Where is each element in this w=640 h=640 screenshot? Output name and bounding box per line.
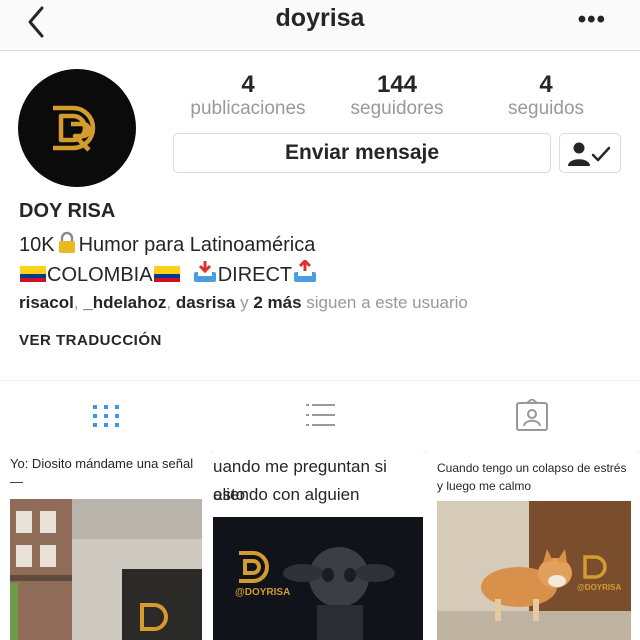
following-status-button[interactable] — [559, 133, 621, 173]
bio-direct: DIRECT — [217, 264, 293, 286]
lock-icon — [58, 231, 75, 253]
doyrisa-logo-icon — [53, 105, 96, 152]
posts-count-stat[interactable]: 4 publicaciones — [183, 72, 313, 120]
posts-label: publicaciones — [190, 98, 306, 119]
dobby-photo — [213, 517, 423, 640]
bio-line-1: 10K Humor para Latinoamérica — [19, 230, 315, 257]
post-caption: Yo: Diosito mándame una señal — [10, 456, 194, 471]
bio-followers-milestone: 10K — [19, 234, 55, 256]
send-message-button[interactable]: Enviar mensaje — [173, 133, 551, 173]
post-image: @DOYRISA — [213, 517, 423, 640]
separator: , — [73, 293, 84, 312]
tab-tagged[interactable] — [515, 397, 549, 433]
follower-link-risacol[interactable]: risacol — [19, 293, 74, 312]
avatar[interactable] — [18, 69, 136, 187]
post-image — [10, 499, 202, 640]
followers-count: 144 — [376, 71, 418, 98]
profile-screen: doyrisa ••• 4 publicaciones 144 seguidor… — [0, 0, 640, 640]
following-label: seguidos — [507, 98, 585, 119]
post-thumbnail[interactable]: Cuando tengo un colapso de estrés y lueg… — [427, 451, 637, 640]
post-caption: Cuando tengo un colapso de estrés y lueg… — [437, 461, 627, 493]
post-caption-dash: — — [10, 474, 23, 489]
bio-line-2: COLOMBIA DIRECT — [19, 260, 318, 287]
post-watermark: @DOYRISA — [577, 583, 622, 592]
colombia-flag-icon — [20, 266, 46, 282]
more-options-button[interactable]: ••• — [578, 6, 606, 34]
followed-by-suffix: siguen a este usuario — [301, 293, 468, 312]
shiba-dog-photo — [437, 501, 631, 640]
tab-list[interactable] — [303, 399, 337, 433]
top-bar: doyrisa ••• — [0, 0, 640, 51]
follower-link-hdelahoz[interactable]: _hdelahoz — [83, 293, 166, 312]
post-thumbnail[interactable]: Yo: Diosito mándame una señal — — [0, 451, 210, 640]
following-count-stat[interactable]: 4 seguidos — [486, 72, 606, 120]
see-translation-link[interactable]: VER TRADUCCIÓN — [19, 332, 162, 349]
followers-label: seguidores — [350, 98, 444, 119]
tagged-user-icon — [516, 397, 548, 431]
followers-count-stat[interactable]: 144 seguidores — [333, 72, 461, 120]
bio-description: Humor para Latinoamérica — [78, 234, 316, 256]
followers-more-link[interactable]: 2 más — [253, 293, 301, 312]
profile-username-title: doyrisa — [275, 4, 365, 32]
list-icon — [306, 404, 335, 426]
grid-icon — [93, 405, 119, 427]
profile-display-name: DOY RISA — [19, 200, 116, 222]
following-count: 4 — [539, 71, 553, 98]
building-photo — [10, 499, 202, 640]
separator: , — [166, 293, 176, 312]
inbox-tray-icon — [193, 261, 216, 282]
tab-grid[interactable] — [89, 399, 123, 433]
post-image: @DOYRISA — [437, 501, 631, 640]
post-caption-line2: aliendo con alguien — [213, 485, 360, 504]
post-thumbnail[interactable]: uando me preguntan si esto aliendo con a… — [213, 451, 423, 640]
colombia-flag-icon — [153, 266, 180, 282]
conjunction: y — [235, 293, 254, 312]
outbox-tray-icon — [294, 260, 317, 282]
posts-count: 4 — [241, 71, 255, 98]
bio-country: COLOMBIA — [47, 264, 153, 286]
followed-by-line[interactable]: risacol, _hdelahoz, dasrisa y 2 más sigu… — [19, 293, 468, 313]
post-watermark: @DOYRISA — [235, 587, 291, 598]
profile-tabs — [0, 380, 640, 452]
user-check-icon — [568, 142, 611, 166]
follower-link-dasrisa[interactable]: dasrisa — [176, 293, 236, 312]
